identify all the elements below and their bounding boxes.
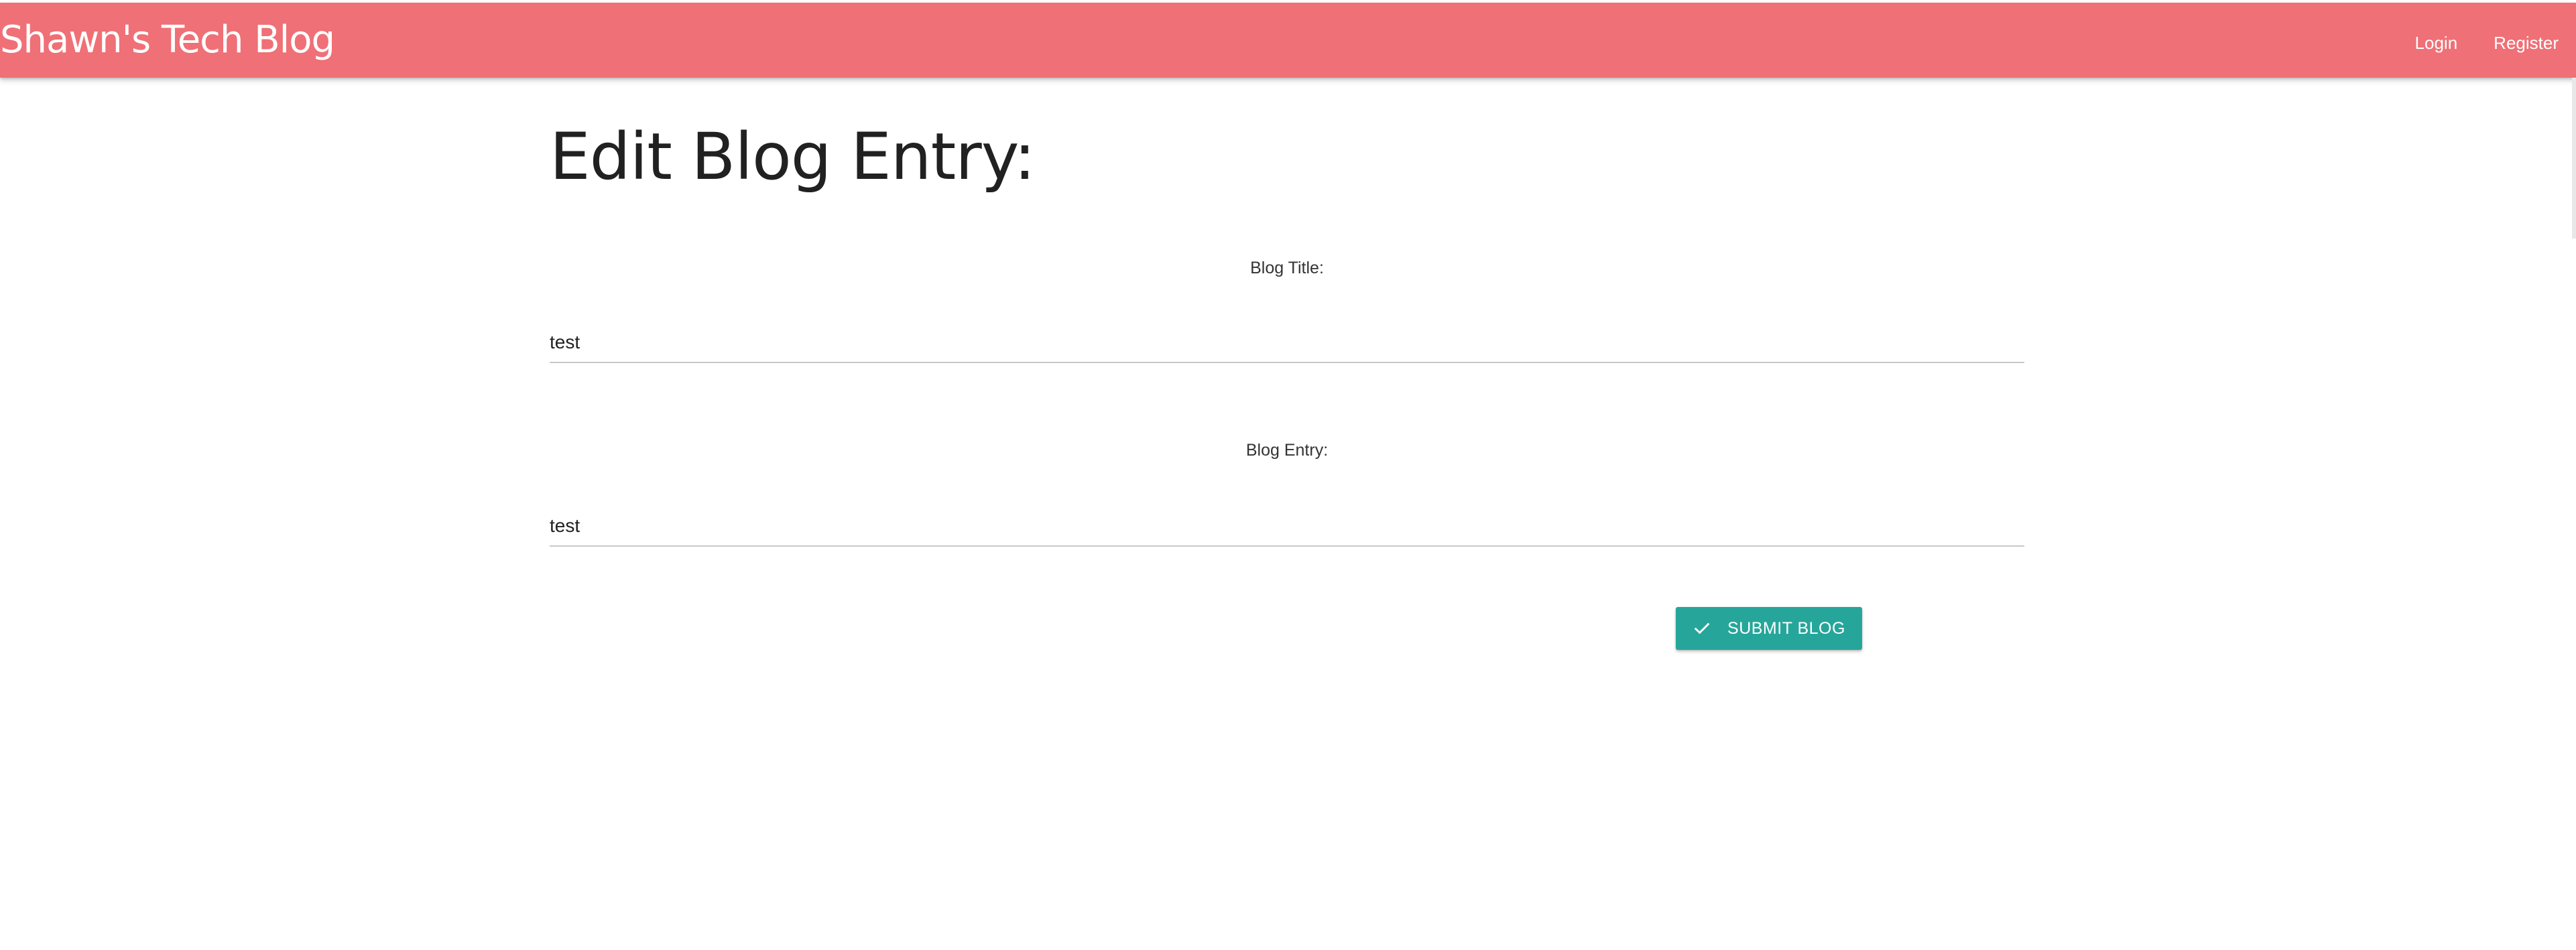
- blog-title-label: Blog Title:: [1250, 259, 1324, 277]
- site-brand[interactable]: Shawn's Tech Blog: [0, 19, 335, 62]
- scrollbar[interactable]: [2572, 78, 2576, 239]
- blog-title-input[interactable]: [550, 323, 2024, 363]
- blog-entry-input[interactable]: [550, 506, 2024, 547]
- nav-links: Login Register: [2397, 27, 2559, 59]
- blog-entry-label: Blog Entry:: [1245, 441, 1329, 460]
- check-icon: [1693, 619, 1711, 638]
- nav-login-link[interactable]: Login: [2397, 27, 2476, 59]
- submit-blog-label: SUBMIT BLOG: [1727, 618, 1845, 638]
- top-navbar: Shawn's Tech Blog Login Register: [0, 3, 2576, 78]
- page-title: Edit Blog Entry:: [550, 119, 1036, 194]
- submit-blog-button[interactable]: SUBMIT BLOG: [1676, 607, 1862, 650]
- nav-register-link[interactable]: Register: [2475, 27, 2559, 59]
